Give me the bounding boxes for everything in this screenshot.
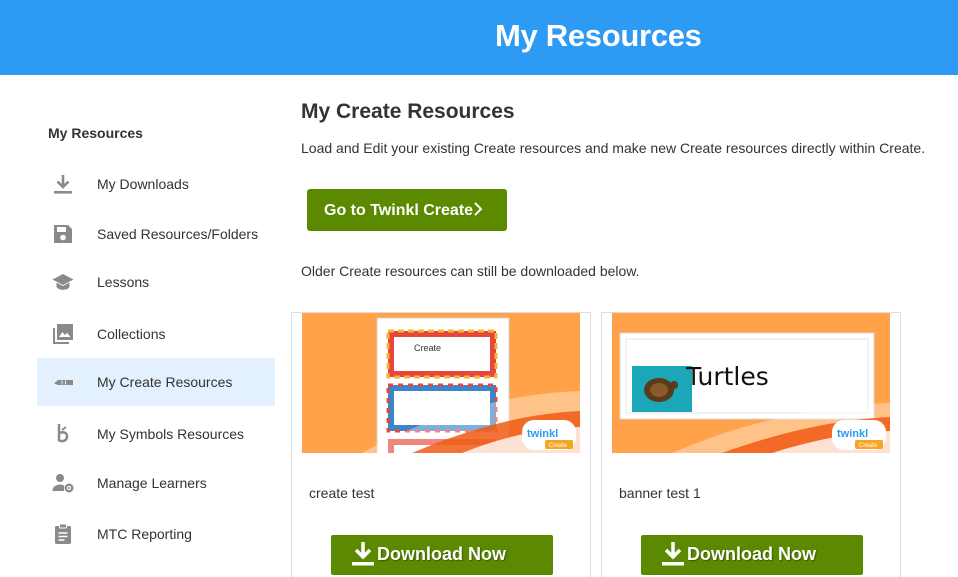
older-resources-note: Older Create resources can still be down… — [301, 263, 640, 279]
sidebar-item-manage-learners[interactable]: Manage Learners — [37, 459, 275, 507]
download-now-button[interactable]: Download Now — [641, 535, 863, 575]
page-title: My Resources — [495, 18, 702, 53]
resource-name: create test — [309, 485, 375, 501]
download-icon — [351, 540, 375, 568]
resource-card: Turtles twinkl Create banner test 1 Down… — [601, 312, 901, 577]
resource-thumbnail[interactable]: Create twinkl Create — [302, 313, 580, 453]
resource-name: banner test 1 — [619, 485, 701, 501]
page-header: My Resources — [0, 0, 958, 75]
sidebar-item-my-symbols-resources[interactable]: My Symbols Resources — [37, 410, 275, 458]
resource-card: Create twinkl Create create test Downloa… — [291, 312, 591, 577]
sidebar-item-lessons[interactable]: Lessons — [37, 258, 275, 306]
thumb-text: Create — [414, 343, 441, 353]
sidebar-item-label: Lessons — [97, 274, 150, 290]
user-settings-icon — [51, 471, 75, 495]
image-collection-icon — [51, 322, 75, 346]
sidebar-item-label: My Downloads — [97, 176, 189, 192]
thumb-text: Turtles — [685, 362, 769, 391]
download-label: Download Now — [687, 544, 816, 564]
symbols-icon — [51, 422, 75, 446]
sidebar-item-label: My Create Resources — [97, 374, 233, 390]
download-icon — [51, 172, 75, 196]
create-badge: Create — [859, 443, 878, 449]
clipboard-icon — [51, 522, 75, 546]
sidebar-item-mtc-reporting[interactable]: MTC Reporting — [37, 510, 275, 558]
twinkl-logo: twinkl — [837, 428, 868, 440]
save-icon — [51, 222, 75, 246]
sidebar-item-my-create-resources[interactable]: My Create Resources — [37, 358, 275, 406]
go-button-label: Go to Twinkl Create — [324, 202, 474, 219]
sidebar-item-label: My Symbols Resources — [97, 426, 245, 442]
resource-thumbnail[interactable]: Turtles twinkl Create — [612, 313, 890, 453]
sidebar-item-label: MTC Reporting — [97, 526, 192, 542]
twinkl-logo: twinkl — [527, 428, 558, 440]
pencil-icon — [51, 370, 75, 394]
sidebar-heading: My Resources — [48, 125, 143, 141]
sidebar-item-label: Saved Resources/Folders — [97, 226, 259, 242]
section-description: Load and Edit your existing Create resou… — [301, 140, 926, 156]
chevron-right-icon — [471, 200, 485, 218]
sidebar-item-collections[interactable]: Collections — [37, 310, 275, 358]
download-now-button[interactable]: Download Now — [331, 535, 553, 575]
go-to-twinkl-create-button[interactable]: Go to Twinkl Create — [307, 189, 507, 231]
sidebar-item-label: Collections — [97, 326, 166, 342]
sidebar-item-my-downloads[interactable]: My Downloads — [37, 160, 275, 208]
section-title: My Create Resources — [301, 100, 515, 123]
download-icon — [661, 540, 685, 568]
create-badge: Create — [549, 443, 568, 449]
download-label: Download Now — [377, 544, 506, 564]
graduation-cap-icon — [51, 270, 75, 294]
sidebar-item-saved-resources[interactable]: Saved Resources/Folders — [37, 210, 275, 258]
sidebar-item-label: Manage Learners — [97, 475, 207, 491]
